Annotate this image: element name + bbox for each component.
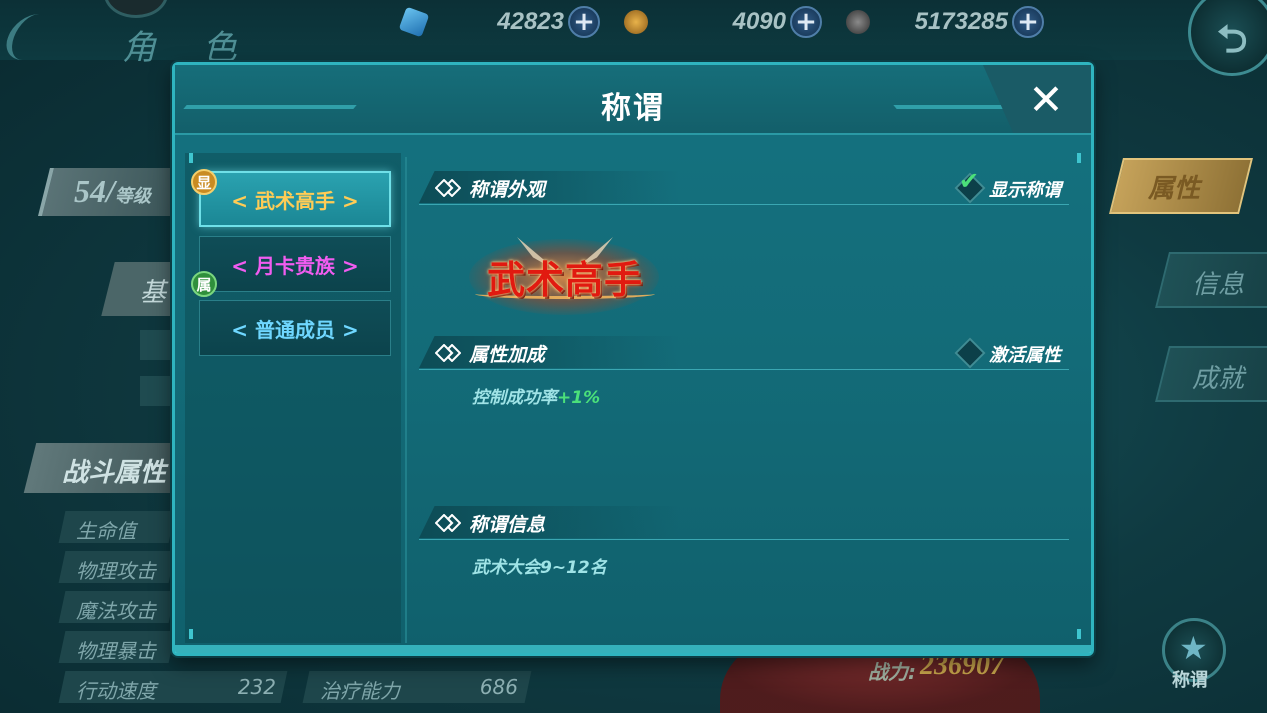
level-text: 54/等级 <box>74 173 151 210</box>
title-item-label: < 普通成员 > <box>231 317 359 342</box>
level-unit: 等级 <box>114 186 151 206</box>
stat-value-speed: 232 <box>237 675 276 699</box>
emblem-text: 武术高手 <box>486 257 643 302</box>
basic-attributes-label: 基 <box>140 278 167 308</box>
currency-silver: 5173285 + <box>846 4 1046 40</box>
combat-power-label: 战力: <box>868 660 916 684</box>
currency-gold: 4090 + <box>624 4 824 40</box>
attribute-bonus-value: +1% <box>557 388 601 408</box>
activate-attribute-label: 激活属性 <box>989 345 1061 366</box>
title-item-martial-master[interactable]: < 武术高手 > <box>199 171 391 227</box>
silver-coin-icon <box>846 10 870 34</box>
crystal-amount: 42823 <box>497 8 564 35</box>
title-item-monthly-noble[interactable]: < 月卡贵族 > <box>199 236 391 292</box>
info-title: 称谓信息 <box>469 514 546 536</box>
currency-crystal: 42823 + <box>398 4 602 40</box>
panel-corner <box>1077 153 1081 163</box>
checkmark-icon: ✔ <box>959 167 980 195</box>
panel-corner <box>1077 629 1081 639</box>
appearance-title: 称谓外观 <box>469 179 546 201</box>
title-item-label: < 武术高手 > <box>231 188 359 213</box>
diamond-icon <box>435 514 461 532</box>
stat-label-speed: 行动速度 <box>76 679 156 703</box>
close-icon: ✕ <box>1028 75 1064 124</box>
shown-badge: 显 <box>191 169 217 195</box>
show-title-label: 显示称谓 <box>989 180 1061 201</box>
battle-attributes-label: 战斗属性 <box>62 458 167 488</box>
add-crystal-button[interactable]: + <box>568 6 600 38</box>
info-section-header: 称谓信息 <box>419 506 1069 540</box>
panel-corner <box>189 629 193 639</box>
attribute-bonus-name: 控制成功率 <box>472 388 557 408</box>
title-emblem: 武术高手 <box>465 233 665 317</box>
title-dialog: 称谓 ✕ < 武术高手 > < 月卡贵族 > < 普通成员 > 显 属 称谓外观… <box>172 62 1094 656</box>
attribute-badge: 属 <box>191 271 217 297</box>
add-gold-button[interactable]: + <box>790 6 822 38</box>
diamond-icon <box>435 179 461 197</box>
star-icon: ★ <box>1179 629 1208 667</box>
attribute-bonus: 控制成功率+1% <box>472 383 600 408</box>
stat-value-healing: 686 <box>479 675 518 699</box>
title-button-label: 称谓 <box>1172 670 1208 691</box>
stat-label-hp: 生命值 <box>76 519 136 543</box>
stat-label-magic-attack: 魔法攻击 <box>76 599 156 623</box>
dialog-bottom-bar <box>175 645 1091 653</box>
attribute-title: 属性加成 <box>469 344 546 366</box>
level-number: 54/ <box>74 173 115 209</box>
title-item-regular-member[interactable]: < 普通成员 > <box>199 300 391 356</box>
return-arrow-icon: ⮌ <box>1217 17 1248 61</box>
blue-crystal-icon <box>398 6 430 38</box>
panel-divider <box>405 157 407 643</box>
add-silver-button[interactable]: + <box>1012 6 1044 38</box>
diamond-icon <box>435 344 461 362</box>
silver-amount: 5173285 <box>914 8 1008 35</box>
dialog-header: 称谓 ✕ <box>175 65 1091 135</box>
panel-corner <box>189 153 193 163</box>
tab-info-label: 信息 <box>1192 270 1245 300</box>
tab-achievements-label: 成就 <box>1192 364 1245 394</box>
stat-label-physical-attack: 物理攻击 <box>76 559 156 583</box>
stat-label-healing: 治疗能力 <box>320 679 400 703</box>
gold-amount: 4090 <box>732 8 786 35</box>
title-info-text: 武术大会9~12名 <box>472 558 607 578</box>
title-item-label: < 月卡贵族 > <box>231 253 359 278</box>
dialog-title: 称谓 <box>601 91 665 126</box>
stat-label-physical-crit: 物理暴击 <box>76 639 156 663</box>
close-button[interactable]: ✕ <box>1021 75 1071 125</box>
gold-coin-icon <box>624 10 648 34</box>
return-button[interactable]: ⮌ <box>1188 0 1267 76</box>
tab-attributes-label: 属性 <box>1148 174 1201 204</box>
